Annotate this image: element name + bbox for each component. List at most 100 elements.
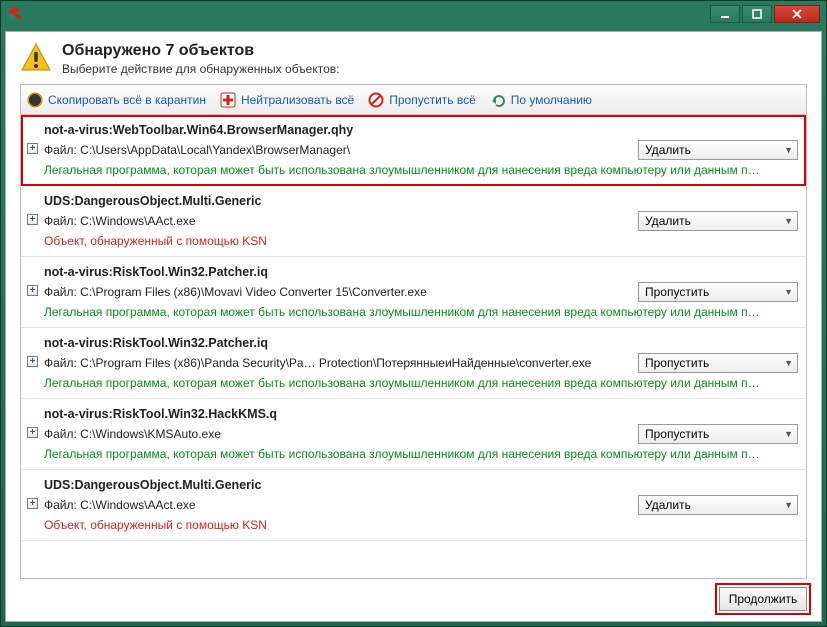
file-path: Файл: C:\Windows\AAct.exe xyxy=(44,214,630,228)
chevron-down-icon: ▼ xyxy=(784,358,793,368)
action-select[interactable]: Пропустить ▼ xyxy=(638,424,798,444)
forbid-icon xyxy=(368,92,384,108)
file-row: Файл: C:\Windows\AAct.exe Удалить ▼ xyxy=(44,211,798,231)
threat-item: + UDS:DangerousObject.Multi.Generic Файл: … xyxy=(21,470,806,541)
threat-body: UDS:DangerousObject.Multi.Generic Файл: C… xyxy=(44,478,798,532)
window: Обнаружено 7 объектов Выберите действие … xyxy=(0,0,827,627)
threat-list[interactable]: + not-a-virus:WebToolbar.Win64.BrowserMan… xyxy=(21,115,806,578)
expand-icon[interactable]: + xyxy=(27,498,38,509)
content-area: Обнаружено 7 объектов Выберите действие … xyxy=(5,31,822,622)
quarantine-all-button[interactable]: Скопировать всё в карантин xyxy=(27,92,206,108)
maximize-button[interactable] xyxy=(742,5,772,23)
expand-icon[interactable]: + xyxy=(27,356,38,367)
file-row: Файл: C:\Windows\AAct.exe Удалить ▼ xyxy=(44,495,798,515)
threat-description: Легальная программа, которая может быть … xyxy=(44,163,798,177)
file-row: Файл: C:\Program Files (x86)\Movavi Vide… xyxy=(44,282,798,302)
threat-body: not-a-virus:RiskTool.Win32.Patcher.iq Фай… xyxy=(44,265,798,319)
file-prefix: Файл: xyxy=(44,285,80,299)
threat-item: + not-a-virus:WebToolbar.Win64.BrowserMan… xyxy=(21,115,806,186)
file-row: Файл: C:\Windows\KMSAuto.exe Пропустить ▼ xyxy=(44,424,798,444)
threat-body: UDS:DangerousObject.Multi.Generic Файл: C… xyxy=(44,194,798,248)
threat-name: UDS:DangerousObject.Multi.Generic xyxy=(44,478,798,492)
threat-description: Объект, обнаруженный с помощью KSN xyxy=(44,234,798,248)
threat-item: + UDS:DangerousObject.Multi.Generic Файл: … xyxy=(21,186,806,257)
file-path: Файл: C:\Program Files (x86)\Panda Secur… xyxy=(44,356,630,370)
chevron-down-icon: ▼ xyxy=(784,287,793,297)
threat-name: not-a-virus:RiskTool.Win32.Patcher.iq xyxy=(44,265,798,279)
window-controls xyxy=(710,5,820,23)
threat-item: + not-a-virus:RiskTool.Win32.Patcher.iq Фа… xyxy=(21,257,806,328)
threat-item: + not-a-virus:RiskTool.Win32.HackKMS.q Фай… xyxy=(21,399,806,470)
threat-description: Легальная программа, которая может быть … xyxy=(44,447,798,461)
skip-all-button[interactable]: Пропустить всё xyxy=(368,92,476,108)
file-path-value: C:\Program Files (x86)\Movavi Video Conv… xyxy=(80,285,427,299)
file-row: Файл: C:\Users\AppData\Local\Yandex\Brow… xyxy=(44,140,798,160)
app-icon xyxy=(7,6,23,22)
threat-panel: Скопировать всё в карантин Нейтрализоват… xyxy=(20,84,807,579)
file-path: Файл: C:\Program Files (x86)\Movavi Vide… xyxy=(44,285,630,299)
close-button[interactable] xyxy=(774,5,820,23)
file-prefix: Файл: xyxy=(44,498,80,512)
quarantine-all-label: Скопировать всё в карантин xyxy=(48,93,206,107)
file-prefix: Файл: xyxy=(44,356,80,370)
action-select-label: Удалить xyxy=(645,143,691,157)
file-path: Файл: C:\Users\AppData\Local\Yandex\Brow… xyxy=(44,143,630,157)
expand-icon[interactable]: + xyxy=(27,143,38,154)
expand-icon[interactable]: + xyxy=(27,427,38,438)
footer: Продолжить xyxy=(20,579,807,611)
default-button[interactable]: По умолчанию xyxy=(490,92,592,108)
chevron-down-icon: ▼ xyxy=(784,145,793,155)
page-title: Обнаружено 7 объектов xyxy=(62,42,807,60)
continue-label: Продолжить xyxy=(729,592,798,606)
threat-description: Легальная программа, которая может быть … xyxy=(44,305,798,319)
file-path-value: C:\Windows\AAct.exe xyxy=(80,498,195,512)
chevron-down-icon: ▼ xyxy=(784,429,793,439)
toolbar: Скопировать всё в карантин Нейтрализоват… xyxy=(21,85,806,115)
continue-button[interactable]: Продолжить xyxy=(719,587,807,611)
expand-icon[interactable]: + xyxy=(27,214,38,225)
file-path-value: C:\Program Files (x86)\Panda Security\Pa… xyxy=(80,356,591,370)
action-select[interactable]: Удалить ▼ xyxy=(638,211,798,231)
threat-name: not-a-virus:RiskTool.Win32.Patcher.iq xyxy=(44,336,798,350)
threat-description: Легальная программа, которая может быть … xyxy=(44,376,798,390)
file-prefix: Файл: xyxy=(44,214,80,228)
action-select[interactable]: Удалить ▼ xyxy=(638,140,798,160)
action-select-label: Пропустить xyxy=(645,427,709,441)
threat-body: not-a-virus:RiskTool.Win32.Patcher.iq Фай… xyxy=(44,336,798,390)
threat-name: UDS:DangerousObject.Multi.Generic xyxy=(44,194,798,208)
threat-body: not-a-virus:RiskTool.Win32.HackKMS.q Файл… xyxy=(44,407,798,461)
action-select-label: Пропустить xyxy=(645,285,709,299)
skip-all-label: Пропустить всё xyxy=(389,93,476,107)
undo-icon xyxy=(490,92,506,108)
radiation-icon xyxy=(27,92,43,108)
medical-icon xyxy=(220,92,236,108)
file-prefix: Файл: xyxy=(44,143,80,157)
minimize-button[interactable] xyxy=(710,5,740,23)
action-select-label: Удалить xyxy=(645,214,691,228)
chevron-down-icon: ▼ xyxy=(784,216,793,226)
action-select[interactable]: Удалить ▼ xyxy=(638,495,798,515)
file-prefix: Файл: xyxy=(44,427,80,441)
action-select-label: Удалить xyxy=(645,498,691,512)
expand-icon[interactable]: + xyxy=(27,285,38,296)
threat-description: Объект, обнаруженный с помощью KSN xyxy=(44,518,798,532)
threat-body: not-a-virus:WebToolbar.Win64.BrowserMana… xyxy=(44,123,798,177)
file-path-value: C:\Users\AppData\Local\Yandex\BrowserMan… xyxy=(80,143,350,157)
action-select[interactable]: Пропустить ▼ xyxy=(638,282,798,302)
action-select[interactable]: Пропустить ▼ xyxy=(638,353,798,373)
threat-name: not-a-virus:RiskTool.Win32.HackKMS.q xyxy=(44,407,798,421)
warning-icon xyxy=(20,42,52,74)
file-row: Файл: C:\Program Files (x86)\Panda Secur… xyxy=(44,353,798,373)
default-label: По умолчанию xyxy=(511,93,592,107)
file-path: Файл: C:\Windows\KMSAuto.exe xyxy=(44,427,630,441)
titlebar xyxy=(1,1,826,27)
threat-name: not-a-virus:WebToolbar.Win64.BrowserMana… xyxy=(44,123,798,137)
file-path: Файл: C:\Windows\AAct.exe xyxy=(44,498,630,512)
chevron-down-icon: ▼ xyxy=(784,500,793,510)
action-select-label: Пропустить xyxy=(645,356,709,370)
neutralize-all-label: Нейтрализовать всё xyxy=(241,93,354,107)
page-subtitle: Выберите действие для обнаруженных объек… xyxy=(62,62,807,76)
header: Обнаружено 7 объектов Выберите действие … xyxy=(20,42,807,76)
file-path-value: C:\Windows\KMSAuto.exe xyxy=(80,427,221,441)
neutralize-all-button[interactable]: Нейтрализовать всё xyxy=(220,92,354,108)
